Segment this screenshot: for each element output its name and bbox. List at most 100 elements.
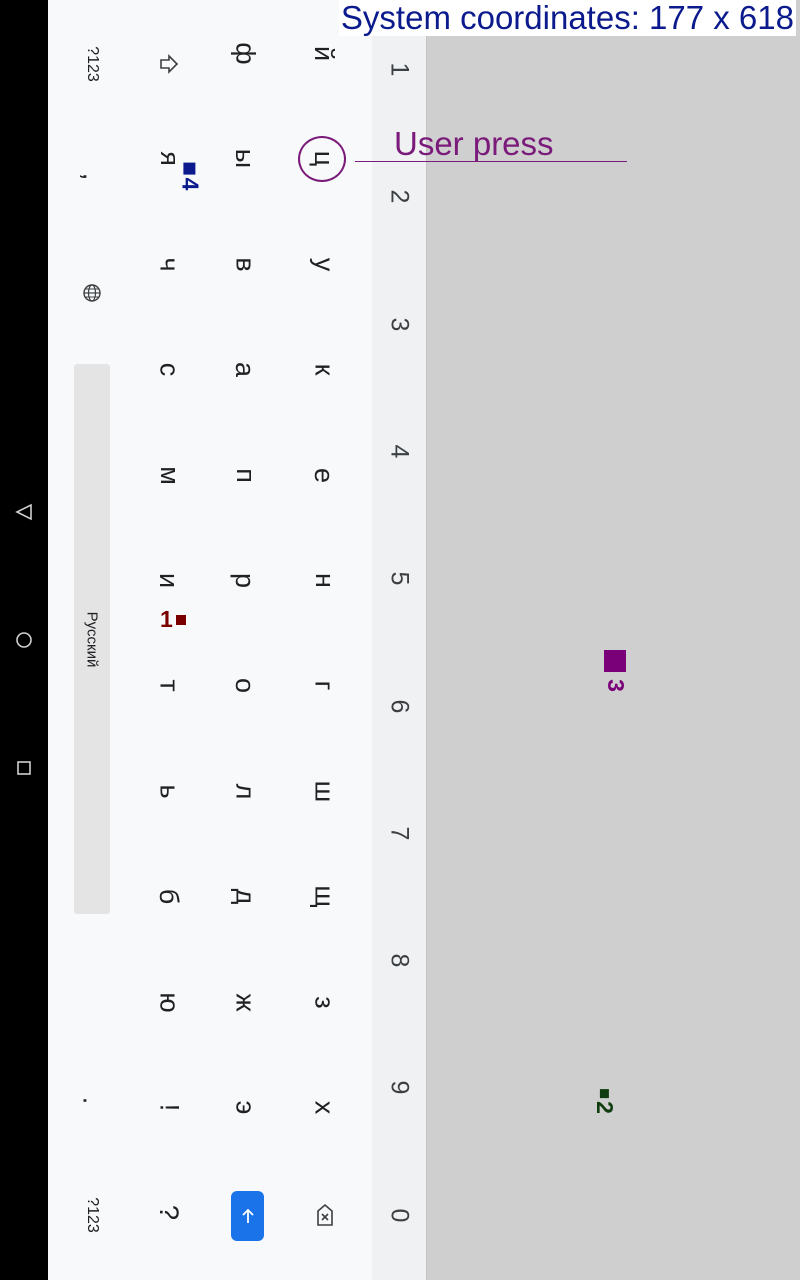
- symbols-key-right[interactable]: ?123: [53, 1153, 131, 1277]
- key-row1-7[interactable]: ш: [284, 739, 364, 844]
- shift-icon: [160, 54, 179, 74]
- space-key-label: Русский: [83, 611, 101, 667]
- key-row3-9[interactable]: !: [129, 1055, 209, 1160]
- key-num-7[interactable]: 8: [359, 897, 439, 1024]
- key-num-8[interactable]: 9: [359, 1024, 439, 1151]
- key-num-2[interactable]: 3: [359, 261, 439, 388]
- marker-3-square: [604, 650, 626, 672]
- key-row3-1[interactable]: ч: [129, 212, 209, 317]
- key-row2-2[interactable]: в: [205, 212, 285, 317]
- key-row3-6[interactable]: ь: [129, 739, 209, 844]
- enter-icon: [241, 1208, 254, 1223]
- key-num-9-label: 0: [385, 1208, 414, 1223]
- key-row1-10-label: х: [309, 1100, 340, 1115]
- key-row3-7[interactable]: б: [129, 844, 209, 949]
- key-row3-2[interactable]: с: [129, 317, 209, 422]
- key-row3-9-label: !: [154, 1103, 185, 1112]
- key-num-8-label: 9: [385, 1080, 414, 1095]
- marker-3: 3: [602, 650, 629, 697]
- symbols-key-right-label: ?123: [84, 1197, 101, 1233]
- key-row2-3-label: а: [230, 361, 261, 378]
- key-num-4[interactable]: 5: [359, 515, 439, 642]
- key-row2-7-label: л: [230, 783, 261, 800]
- marker-4-label: 4: [177, 177, 204, 191]
- key-row1-3[interactable]: к: [284, 317, 364, 422]
- key-row3-4-label: и: [154, 572, 185, 589]
- period-key[interactable]: .: [53, 1038, 131, 1162]
- key-num-9[interactable]: 0: [359, 1152, 439, 1279]
- marker-2: 2: [591, 1089, 618, 1114]
- marker-2-square: [599, 1089, 609, 1099]
- marker-4-square: [183, 162, 196, 175]
- key-row1-0-label: й: [309, 45, 340, 62]
- navigation-bar: [0, 0, 48, 1280]
- key-row3-6-label: ь: [154, 784, 185, 799]
- key-row1-4-label: е: [309, 467, 340, 484]
- key-row1-8-label: щ: [309, 885, 340, 908]
- key-num-3[interactable]: 4: [359, 388, 439, 515]
- key-row1-3-label: к: [309, 363, 340, 376]
- comma-key-label: ,: [77, 172, 108, 180]
- key-num-4-label: 5: [385, 571, 414, 586]
- key-row3-5-label: т: [154, 679, 185, 692]
- key-row3-10[interactable]: ?: [129, 1160, 209, 1265]
- key-row2-1-label: ы: [230, 148, 261, 169]
- key-row2-7[interactable]: л: [205, 739, 285, 844]
- symbols-key-left[interactable]: ?123: [53, 2, 131, 126]
- nav-home-button[interactable]: [0, 616, 48, 664]
- enter-key[interactable]: [231, 1191, 264, 1241]
- key-row3-10-label: ?: [154, 1204, 185, 1221]
- key-row2-3[interactable]: а: [205, 317, 285, 422]
- key-row3-8-label: ю: [154, 992, 185, 1013]
- marker-2-label: 2: [591, 1101, 618, 1114]
- key-num-0-label: 1: [385, 62, 414, 77]
- period-key-label: .: [77, 1096, 108, 1104]
- nav-recents-icon: [17, 761, 31, 775]
- key-row3-5[interactable]: т: [129, 633, 209, 738]
- key-row1-2-label: у: [309, 257, 340, 272]
- key-num-6[interactable]: 7: [359, 770, 439, 897]
- key-row3-2-label: с: [154, 362, 185, 377]
- key-row2-5[interactable]: р: [205, 528, 285, 633]
- key-row1-4[interactable]: е: [284, 423, 364, 528]
- marker-1-label: 1: [160, 606, 173, 632]
- key-row2-8[interactable]: д: [205, 844, 285, 949]
- key-row2-2-label: в: [230, 257, 261, 272]
- key-row2-0[interactable]: ф: [205, 1, 285, 106]
- press-indicator-circle: [298, 136, 346, 182]
- key-row2-9-label: ж: [230, 993, 261, 1012]
- key-row3-8[interactable]: ю: [129, 950, 209, 1055]
- key-row1-5-label: н: [309, 573, 340, 588]
- key-row1-10[interactable]: х: [284, 1055, 364, 1160]
- marker-4: 4: [177, 162, 204, 191]
- nav-back-button[interactable]: [0, 488, 48, 536]
- key-row3-7-label: б: [154, 888, 185, 905]
- key-row2-10[interactable]: э: [205, 1055, 285, 1160]
- backspace-icon: [317, 1203, 333, 1226]
- key-row1-8[interactable]: щ: [284, 844, 364, 949]
- marker-3-label: 3: [602, 679, 629, 692]
- key-row2-1[interactable]: ы: [205, 106, 285, 211]
- shift-key[interactable]: [130, 2, 208, 126]
- key-row1-5[interactable]: н: [284, 528, 364, 633]
- key-num-5[interactable]: 6: [359, 643, 439, 770]
- key-row2-6[interactable]: о: [205, 633, 285, 738]
- backspace-key[interactable]: [286, 1154, 364, 1278]
- key-row2-0-label: ф: [230, 42, 261, 65]
- nav-recents-button[interactable]: [0, 744, 48, 792]
- key-row1-6[interactable]: г: [284, 633, 364, 738]
- space-key[interactable]: Русский: [74, 364, 110, 914]
- key-row1-9-label: з: [309, 996, 340, 1009]
- key-row1-7-label: ш: [309, 780, 340, 803]
- comma-key[interactable]: ,: [53, 114, 131, 238]
- key-row2-9[interactable]: ж: [205, 950, 285, 1055]
- marker-1-square: [175, 614, 186, 625]
- key-row1-2[interactable]: у: [284, 212, 364, 317]
- key-num-2-label: 3: [385, 317, 414, 332]
- key-row2-4[interactable]: п: [205, 423, 285, 528]
- key-row2-5-label: р: [230, 572, 261, 589]
- nav-back-icon: [15, 503, 32, 521]
- key-row3-3[interactable]: м: [129, 423, 209, 528]
- key-row1-9[interactable]: з: [284, 950, 364, 1055]
- language-key[interactable]: [53, 231, 131, 355]
